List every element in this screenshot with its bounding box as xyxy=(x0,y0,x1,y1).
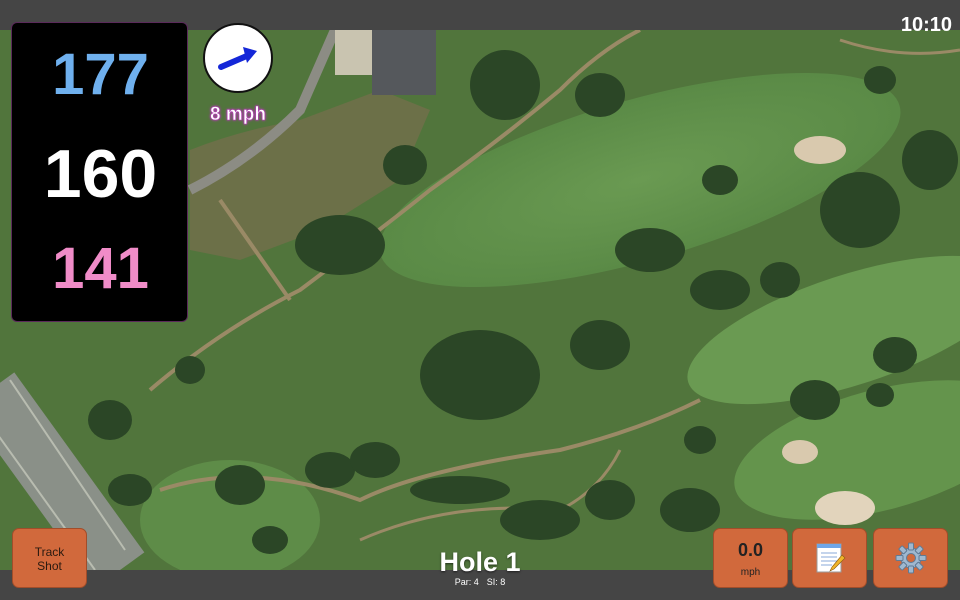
app-screen: 10:10 177 160 141 8 mph Track Shot Hole … xyxy=(0,0,960,600)
wind-speed-label: 8 mph xyxy=(210,104,267,126)
distance-panel: 177 160 141 xyxy=(11,22,188,322)
notepad-icon xyxy=(816,543,846,573)
bunker xyxy=(794,136,846,164)
bunker xyxy=(815,491,875,525)
track-shot-label: Shot xyxy=(37,559,62,573)
stroke-index-label: SI: 8 xyxy=(486,577,506,587)
track-shot-label: Track xyxy=(34,545,65,559)
settings-button[interactable] xyxy=(873,528,948,588)
front-distance: 141 xyxy=(52,236,149,301)
clock: 10:10 xyxy=(900,14,952,36)
back-distance: 177 xyxy=(52,42,149,107)
wind-button[interactable]: 0.0 mph xyxy=(713,528,788,588)
parking-lot xyxy=(335,30,375,75)
gear-icon xyxy=(895,542,927,574)
track-shot-button[interactable]: Track Shot xyxy=(12,528,87,588)
wind-unit: mph xyxy=(740,567,761,578)
hole-title: Hole 1 xyxy=(439,547,521,577)
building xyxy=(372,30,436,95)
middle-distance: 160 xyxy=(43,136,158,212)
wind-value: 0.0 xyxy=(737,540,764,560)
hole-info: Par: 4 SI: 8 xyxy=(380,577,580,587)
notes-button[interactable] xyxy=(792,528,867,588)
arrow-right-icon xyxy=(218,47,257,70)
par-label: Par: 4 xyxy=(454,577,479,587)
bunker xyxy=(782,440,818,464)
wind-indicator xyxy=(203,23,273,93)
